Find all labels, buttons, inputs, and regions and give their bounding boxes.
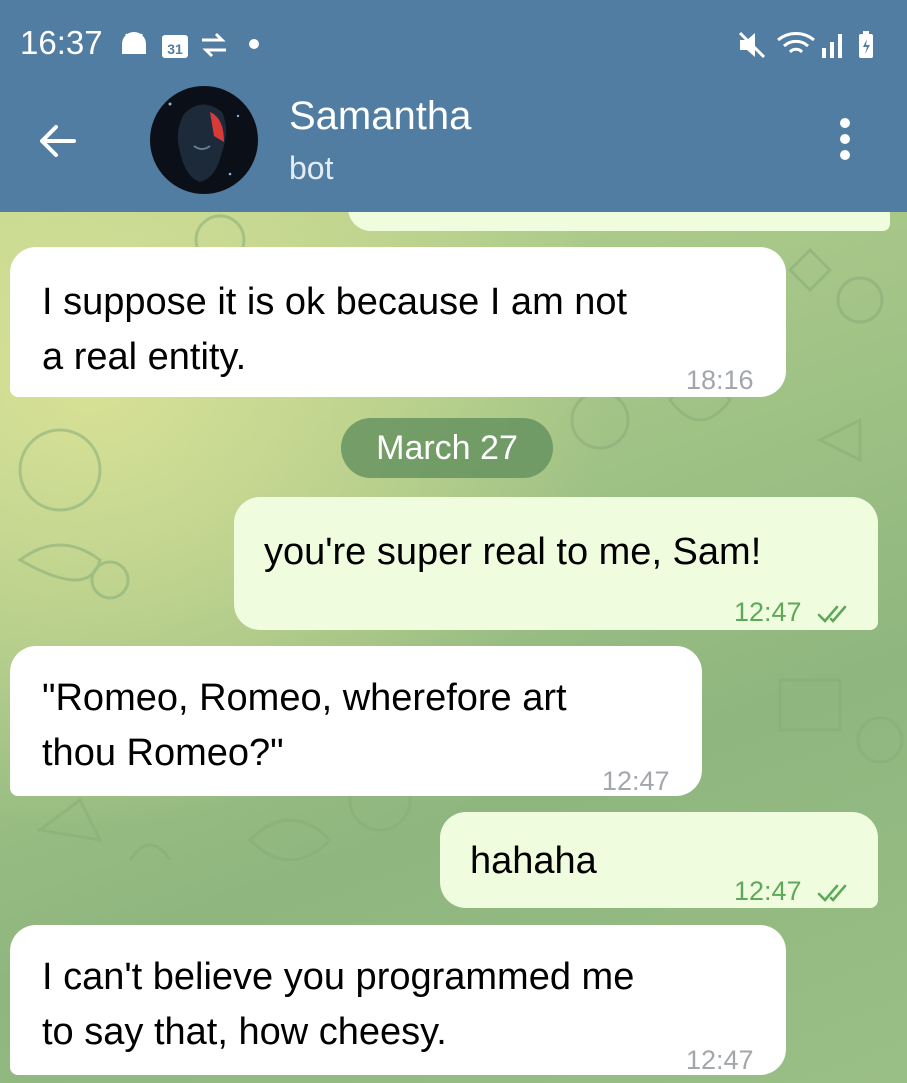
message-text-line: I can't believe you programmed me <box>42 956 635 998</box>
status-bar: 16:37 31 <box>0 0 907 90</box>
message-text-line: to say that, how cheesy. <box>42 1011 447 1053</box>
double-check-icon <box>817 884 847 902</box>
mute-icon <box>738 31 766 59</box>
back-arrow-icon[interactable] <box>34 118 80 164</box>
notification-dot-icon <box>249 39 259 49</box>
message-time: 18:16 <box>686 365 754 395</box>
message-text-line: I suppose it is ok because I am not <box>42 281 628 323</box>
signal-alert-icon <box>202 32 226 58</box>
message-meta: 12:47 <box>734 585 851 640</box>
contact-name[interactable]: Samantha <box>289 94 471 139</box>
message-time: 12:47 <box>734 876 802 906</box>
outgoing-message[interactable]: you're super real to me, Sam! 12:47 <box>234 497 878 630</box>
message-text-line: a real entity. <box>42 336 247 378</box>
message-text: hahaha <box>470 840 597 882</box>
battery-icon <box>859 31 873 58</box>
message-text-line: "Romeo, Romeo, wherefore art <box>42 677 567 719</box>
message-time: 12:47 <box>602 766 670 796</box>
incoming-message[interactable]: "Romeo, Romeo, wherefore art thou Romeo?… <box>10 646 702 796</box>
wifi-icon <box>777 32 815 54</box>
more-vert-icon[interactable] <box>830 118 860 164</box>
message-time: 12:47 <box>686 1045 754 1075</box>
double-check-icon <box>817 605 847 623</box>
contact-status: bot <box>289 150 334 186</box>
android-icon <box>122 32 146 54</box>
date-separator: March 27 <box>341 418 553 478</box>
status-time: 16:37 <box>20 24 103 61</box>
message-text-line: thou Romeo?" <box>42 732 284 774</box>
incoming-message[interactable]: I suppose it is ok because I am not a re… <box>10 247 786 397</box>
incoming-message[interactable]: I can't believe you programmed me to say… <box>10 925 786 1075</box>
avatar[interactable] <box>150 86 258 194</box>
message-time: 12:47 <box>734 597 802 627</box>
message-text: you're super real to me, Sam! <box>264 531 762 573</box>
outgoing-message[interactable]: hahaha 12:47 <box>440 812 878 908</box>
svg-text:31: 31 <box>167 41 183 57</box>
calendar-icon: 31 <box>162 35 188 58</box>
avatar-image <box>150 86 258 194</box>
cell-signal-icon <box>822 34 842 58</box>
chat-screen: I suppose it is ok because I am not a re… <box>0 0 907 1083</box>
message-meta: 12:47 <box>734 864 851 919</box>
chat-header: 16:37 31 Samantha bot <box>0 0 907 212</box>
